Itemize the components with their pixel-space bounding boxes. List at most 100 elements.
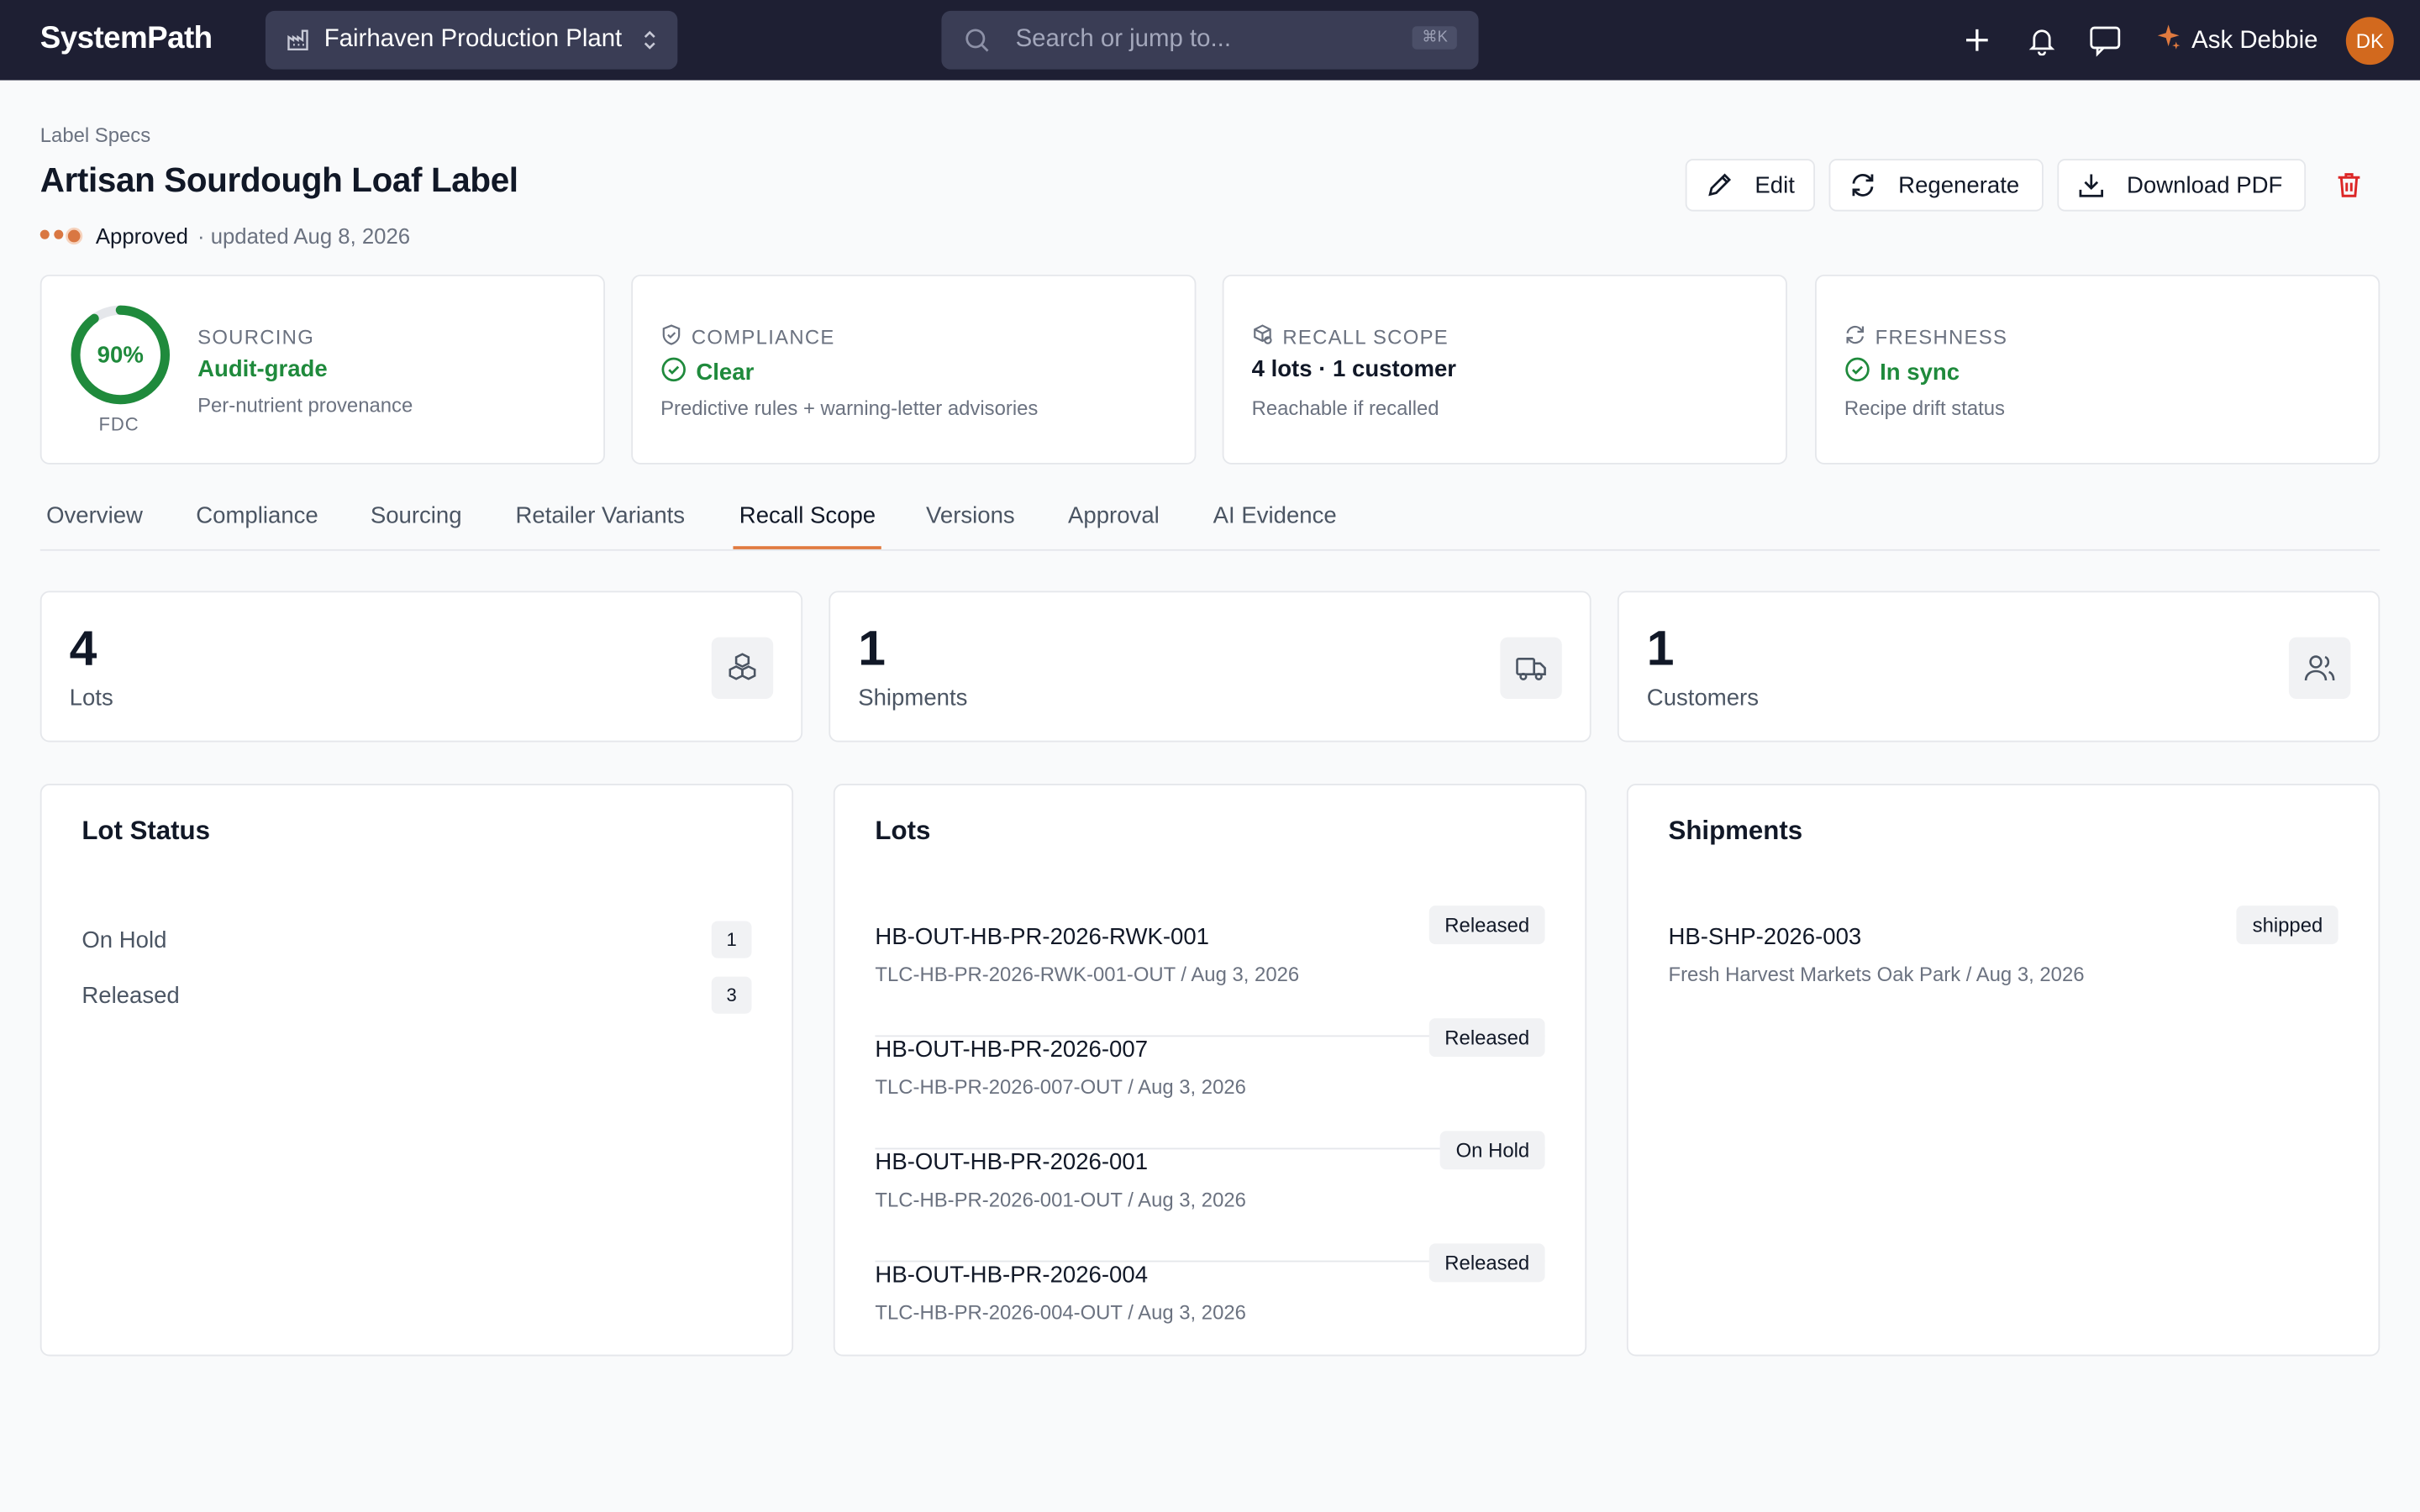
recall-scope-card[interactable]: RECALL SCOPE 4 lots · 1 customer Reachab… [1222,274,1787,465]
approval-progress-dots [39,229,81,243]
users-icon [2288,637,2351,700]
sourcing-percent: 90% [97,341,144,369]
recall-caption: RECALL SCOPE [1252,324,1449,350]
check-circle-icon [660,356,687,389]
customers-label: Customers [1646,685,1760,711]
lot-subtitle: TLC-HB-PR-2026-007-OUT / Aug 3, 2026 [875,1075,1246,1099]
download-pdf-label: Download PDF [2127,171,2283,199]
tab-ai-evidence[interactable]: AI Evidence [1213,503,1337,529]
chevron-updown-icon [640,28,659,60]
edit-button[interactable]: Edit [1685,159,1816,212]
freshness-caption: FRESHNESS [1844,324,2007,350]
trash-icon[interactable] [2333,170,2365,201]
message-icon[interactable] [2088,24,2122,57]
shipments-stat-card: 1 Shipments [829,591,1591,743]
download-pdf-button[interactable]: Download PDF [2057,159,2307,212]
plus-icon[interactable] [1960,24,1994,57]
shipments-panel: Shipments HB-SHP-2026-003 Fresh Harvest … [1626,784,2381,1357]
tab-sourcing[interactable]: Sourcing [371,503,462,529]
lots-label: Lots [69,685,113,711]
shield-check-icon [660,324,682,350]
tab-recall-scope[interactable]: Recall Scope [739,503,876,529]
lots-stat-card: 4 Lots [39,591,803,743]
recall-sub: Reachable if recalled [1251,396,1439,420]
lot-id: HB-OUT-HB-PR-2026-007 [875,1037,1149,1063]
package-search-icon [1252,324,1274,350]
list-item[interactable]: HB-SHP-2026-003 Fresh Harvest Markets Oa… [1668,906,2338,1037]
compliance-value: Clear [660,356,754,389]
compliance-caption-text: COMPLIANCE [691,325,835,349]
regenerate-button[interactable]: Regenerate [1828,159,2044,212]
compliance-card[interactable]: COMPLIANCE Clear Predictive rules + warn… [631,274,1197,465]
top-bar: SystemPath Fairhaven Production Plant Se… [0,0,2420,81]
active-tab-indicator [733,546,881,549]
lots-title: Lots [875,816,931,846]
status-badge: Released [1428,1243,1545,1283]
refresh-icon [1849,171,1876,199]
avatar[interactable]: DK [2345,17,2394,66]
sparkle-icon [2154,24,2182,59]
tab-approval[interactable]: Approval [1068,503,1160,529]
lot-subtitle: TLC-HB-PR-2026-001-OUT / Aug 3, 2026 [875,1188,1246,1211]
lot-id: HB-OUT-HB-PR-2026-004 [875,1262,1149,1289]
search-placeholder: Search or jump to... [1015,26,1232,53]
lot-status-title: Lot Status [82,816,210,846]
download-icon [2077,171,2105,199]
sourcing-value: Audit-grade [197,356,328,383]
sourcing-progress-ring: 90% [68,302,173,407]
factory-icon [286,28,310,52]
compliance-sub: Predictive rules + warning-letter adviso… [660,396,1039,420]
regenerate-button-label: Regenerate [1898,171,2020,199]
tab-retailer-variants[interactable]: Retailer Variants [515,503,685,529]
tab-overview[interactable]: Overview [46,503,143,529]
search-icon [963,26,991,54]
lot-subtitle: TLC-HB-PR-2026-004-OUT / Aug 3, 2026 [875,1300,1246,1324]
shipments-label: Shipments [858,685,968,711]
lot-id: HB-OUT-HB-PR-2026-RWK-001 [875,924,1209,951]
freshness-caption-text: FRESHNESS [1875,325,2008,349]
tab-versions[interactable]: Versions [926,503,1015,529]
lot-status-count: 1 [711,921,752,958]
sourcing-card[interactable]: 90% FDC SOURCING Audit-grade Per-nutrien… [39,274,606,465]
customers-count: 1 [1646,620,1675,676]
lot-status-label: Released [82,982,180,1009]
progress-dot [39,229,50,239]
list-item[interactable]: HB-OUT-HB-PR-2026-004 TLC-HB-PR-2026-004… [875,1243,1545,1374]
lots-panel: Lots HB-OUT-HB-PR-2026-RWK-001 TLC-HB-PR… [833,784,1587,1357]
lot-status-label: On Hold [82,926,167,953]
status-badge: Released [1428,1018,1545,1058]
shipment-id: HB-SHP-2026-003 [1668,924,1862,951]
shipments-count: 1 [858,620,886,676]
lots-count: 4 [69,620,97,676]
shipments-title: Shipments [1668,816,1803,846]
compliance-value-text: Clear [696,359,755,386]
lot-status-row: Released 3 [82,976,752,1014]
search-input[interactable]: Search or jump to... ⌘K [941,10,1479,70]
search-shortcut: ⌘K [1413,26,1457,50]
recall-value: 4 lots · 1 customer [1251,356,1457,383]
updated-timestamp: · updated Aug 8, 2026 [197,223,411,249]
status-badge: Released [1428,906,1545,945]
plant-selector-label: Fairhaven Production Plant [324,26,623,53]
shipment-subtitle: Fresh Harvest Markets Oak Park / Aug 3, … [1668,963,2085,986]
recall-caption-text: RECALL SCOPE [1282,325,1449,349]
progress-dot [54,229,64,239]
pencil-icon [1706,171,1733,199]
progress-dot-current [67,229,81,243]
sourcing-caption: SOURCING [197,325,315,349]
freshness-card[interactable]: FRESHNESS In sync Recipe drift status [1815,274,2381,465]
tab-bar: Overview Compliance Sourcing Retailer Va… [39,494,2381,551]
bell-icon[interactable] [2025,24,2059,57]
status-line: Approved · updated Aug 8, 2026 [39,223,411,249]
plant-selector[interactable]: Fairhaven Production Plant [265,10,678,70]
edit-button-label: Edit [1754,171,1795,199]
app-logo[interactable]: SystemPath [40,22,213,57]
breadcrumb[interactable]: Label Specs [40,123,150,147]
check-circle-icon [1844,356,1870,389]
ask-assistant-button[interactable]: Ask Debbie [2154,24,2317,59]
tab-compliance[interactable]: Compliance [196,503,318,529]
freshness-value-text: In sync [1880,359,1960,386]
boxes-icon [711,637,774,700]
status-badge: On Hold [1440,1131,1545,1170]
status-badge: Approved [95,223,188,249]
